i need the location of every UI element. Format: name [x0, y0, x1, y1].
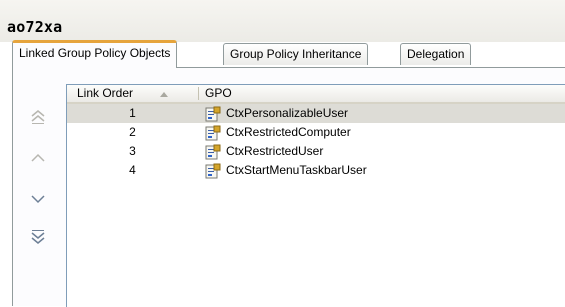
tab-linked-gpo[interactable]: Linked Group Policy Objects [12, 40, 178, 68]
tab-label: Delegation [407, 47, 465, 61]
move-to-bottom-button[interactable] [27, 226, 49, 248]
gpo-script-icon [205, 144, 221, 160]
move-down-button[interactable] [27, 188, 49, 210]
table-row[interactable]: 4 CtxStartMenuTaskbarUser [67, 161, 565, 180]
double-up-arrow-icon [31, 110, 45, 124]
column-label: GPO [205, 86, 232, 100]
move-up-button[interactable] [27, 147, 49, 169]
tab-label: Group Policy Inheritance [230, 47, 362, 61]
gpo-name-cell: CtxStartMenuTaskbarUser [226, 163, 367, 177]
gpo-script-icon [205, 125, 221, 141]
double-down-arrow-icon [31, 230, 45, 244]
tab-label: Linked Group Policy Objects [19, 46, 171, 60]
gpo-name-cell: CtxPersonalizableUser [226, 106, 349, 120]
sort-ascending-icon [160, 92, 168, 97]
table-row[interactable]: 2 CtxRestrictedComputer [67, 123, 565, 142]
title-bar: ao72xa [0, 0, 565, 42]
tab-gp-inheritance[interactable]: Group Policy Inheritance [223, 43, 369, 65]
gpo-script-icon [205, 106, 221, 122]
gpo-list[interactable]: Link Order GPO 1 CtxPersonalizableUser 2… [66, 84, 565, 307]
up-arrow-icon [31, 153, 45, 162]
gpo-script-icon [205, 163, 221, 179]
window-title: ao72xa [7, 18, 63, 36]
gpo-name-cell: CtxRestrictedUser [226, 144, 324, 158]
gpo-name-cell: CtxRestrictedComputer [226, 125, 351, 139]
link-order-cell: 1 [129, 106, 136, 120]
column-header-link-order[interactable]: Link Order [77, 85, 197, 102]
move-to-top-button[interactable] [27, 106, 49, 128]
down-arrow-icon [31, 195, 45, 204]
column-label: Link Order [77, 86, 134, 100]
column-divider[interactable] [198, 87, 199, 100]
list-header: Link Order GPO [67, 85, 565, 104]
link-order-cell: 4 [129, 163, 136, 177]
table-row[interactable]: 3 CtxRestrictedUser [67, 142, 565, 161]
tab-delegation[interactable]: Delegation [400, 43, 472, 65]
link-order-cell: 3 [129, 144, 136, 158]
tab-panel: Link Order GPO 1 CtxPersonalizableUser 2… [12, 67, 565, 307]
column-header-gpo[interactable]: GPO [205, 85, 505, 102]
table-row[interactable]: 1 CtxPersonalizableUser [67, 104, 565, 123]
link-order-cell: 2 [129, 125, 136, 139]
